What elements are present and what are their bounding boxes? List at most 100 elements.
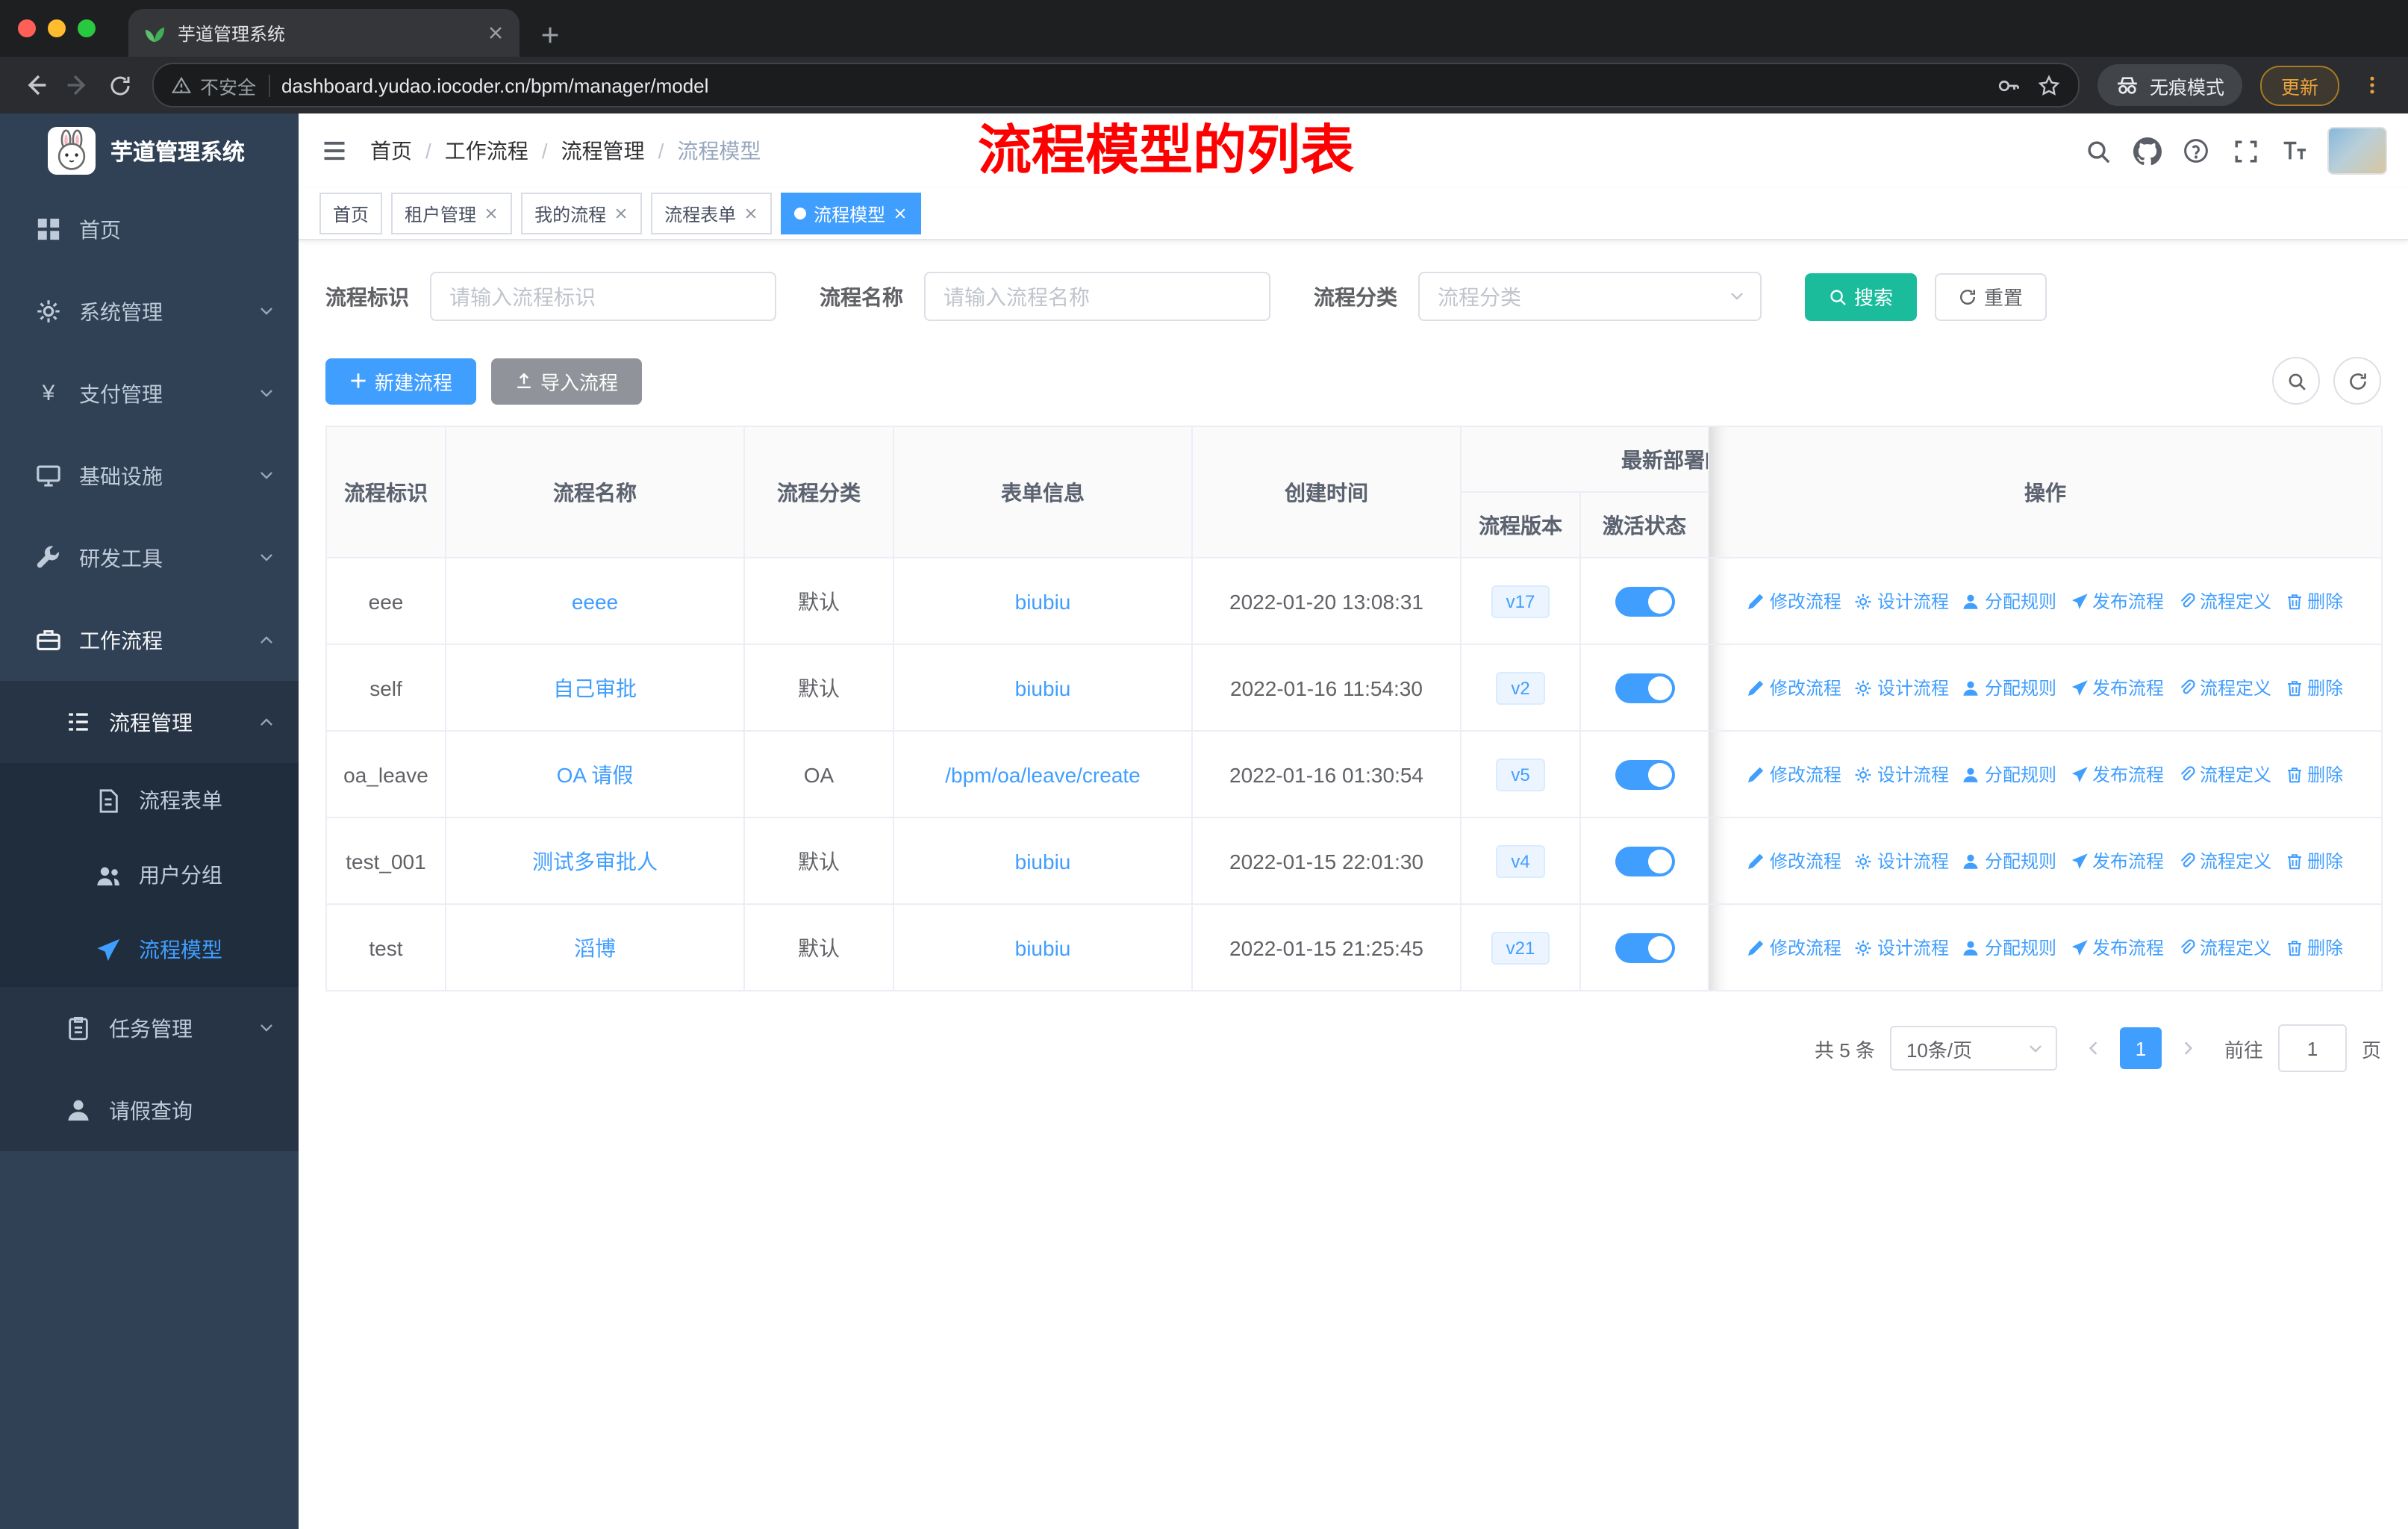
forward-icon[interactable] [57,64,99,106]
design-process-link[interactable]: 设计流程 [1855,762,1949,787]
tag-my-process[interactable]: 我的流程 [521,193,643,234]
refresh-table-button[interactable] [2333,357,2381,405]
github-icon[interactable] [2130,134,2163,167]
process-name-link[interactable]: 测试多审批人 [532,849,658,873]
process-definition-link[interactable]: 流程定义 [2177,935,2271,960]
import-process-button[interactable]: 导入流程 [491,358,643,404]
reload-icon[interactable] [99,64,140,106]
sidebar-item-infra[interactable]: 基础设施 [0,435,299,517]
publish-process-link[interactable]: 发布流程 [2070,588,2164,614]
publish-process-link[interactable]: 发布流程 [2070,675,2164,700]
window-zoom-button[interactable] [78,19,96,37]
active-toggle[interactable] [1615,586,1674,616]
address-bar[interactable]: 不安全 dashboard.yudao.iocoder.cn/bpm/manag… [152,63,2080,108]
form-link[interactable]: biubiu [1015,849,1071,873]
sidebar-item-process-mgmt[interactable]: 流程管理 [0,681,299,763]
process-key-input[interactable] [430,272,776,321]
browser-tab[interactable]: 芋道管理系统 [128,9,520,57]
security-chip[interactable]: 不安全 [172,71,256,99]
assign-rule-link[interactable]: 分配规则 [1962,588,2056,614]
search-icon[interactable] [2081,134,2114,167]
avatar[interactable] [2327,127,2387,175]
form-link[interactable]: biubiu [1015,935,1071,959]
close-icon[interactable] [743,206,758,221]
font-size-icon[interactable] [2278,134,2311,167]
breadcrumb-workflow[interactable]: 工作流程 [445,136,528,166]
process-definition-link[interactable]: 流程定义 [2177,675,2271,700]
page-size-select[interactable]: 10条/页 [1889,1026,2057,1071]
sidebar-item-task-mgmt[interactable]: 任务管理 [0,987,299,1069]
fullscreen-icon[interactable] [2229,134,2262,167]
assign-rule-link[interactable]: 分配规则 [1962,935,2056,960]
sidebar-item-process-model[interactable]: 流程模型 [0,912,299,987]
breadcrumb-process-mgmt[interactable]: 流程管理 [561,136,645,166]
delete-link[interactable]: 删除 [2285,588,2343,614]
assign-rule-link[interactable]: 分配规则 [1962,762,2056,787]
tab-close-icon[interactable] [487,24,505,42]
publish-process-link[interactable]: 发布流程 [2070,762,2164,787]
delete-link[interactable]: 删除 [2285,675,2343,700]
design-process-link[interactable]: 设计流程 [1855,935,1949,960]
goto-page-input[interactable] [2277,1024,2347,1072]
process-name-link[interactable]: 自己审批 [553,676,637,700]
sidebar-item-process-form[interactable]: 流程表单 [0,763,299,838]
prev-page-button[interactable] [2072,1027,2114,1069]
active-toggle[interactable] [1615,932,1674,962]
create-process-button[interactable]: 新建流程 [325,358,477,404]
category-select[interactable]: 流程分类 [1418,272,1762,321]
tag-tenant[interactable]: 租户管理 [391,193,513,234]
back-icon[interactable] [15,64,57,106]
current-page-button[interactable]: 1 [2119,1027,2162,1069]
modify-process-link[interactable]: 修改流程 [1747,848,1841,874]
publish-process-link[interactable]: 发布流程 [2070,935,2164,960]
process-definition-link[interactable]: 流程定义 [2177,588,2271,614]
sidebar-item-devtools[interactable]: 研发工具 [0,517,299,599]
assign-rule-link[interactable]: 分配规则 [1962,848,2056,874]
sidebar-item-payment[interactable]: ¥ 支付管理 [0,352,299,435]
search-button[interactable]: 搜索 [1805,273,1918,320]
reset-button[interactable]: 重置 [1935,273,2047,320]
close-icon[interactable] [893,206,908,221]
design-process-link[interactable]: 设计流程 [1855,848,1949,874]
toggle-search-button[interactable] [2272,357,2320,405]
form-link[interactable]: biubiu [1015,589,1071,613]
modify-process-link[interactable]: 修改流程 [1747,762,1841,787]
tag-process-form[interactable]: 流程表单 [651,193,773,234]
delete-link[interactable]: 删除 [2285,762,2343,787]
process-name-input[interactable] [924,272,1270,321]
incognito-badge[interactable]: 无痕模式 [2097,64,2242,106]
sidebar-item-user-group[interactable]: 用户分组 [0,838,299,912]
design-process-link[interactable]: 设计流程 [1855,588,1949,614]
modify-process-link[interactable]: 修改流程 [1747,935,1841,960]
modify-process-link[interactable]: 修改流程 [1747,588,1841,614]
design-process-link[interactable]: 设计流程 [1855,675,1949,700]
process-name-link[interactable]: OA 请假 [557,762,634,786]
sidebar-item-home[interactable]: 首页 [0,188,299,270]
sidebar-toggle-icon[interactable] [299,137,370,164]
close-icon[interactable] [614,206,628,221]
breadcrumb-home[interactable]: 首页 [370,136,412,166]
process-definition-link[interactable]: 流程定义 [2177,848,2271,874]
publish-process-link[interactable]: 发布流程 [2070,848,2164,874]
active-toggle[interactable] [1615,846,1674,876]
next-page-button[interactable] [2168,1027,2209,1069]
process-name-link[interactable]: eeee [572,589,618,613]
password-key-icon[interactable] [1997,74,2020,96]
sidebar-item-leave-query[interactable]: 请假查询 [0,1069,299,1151]
new-tab-button[interactable] [540,25,560,45]
form-link[interactable]: /bpm/oa/leave/create [945,762,1141,786]
delete-link[interactable]: 删除 [2285,935,2343,960]
window-close-button[interactable] [18,19,36,37]
sidebar-item-system[interactable]: 系统管理 [0,270,299,352]
sidebar-item-workflow[interactable]: 工作流程 [0,599,299,681]
process-definition-link[interactable]: 流程定义 [2177,762,2271,787]
active-toggle[interactable] [1615,673,1674,703]
browser-menu-icon[interactable] [2351,64,2393,106]
tag-home[interactable]: 首页 [319,193,383,234]
delete-link[interactable]: 删除 [2285,848,2343,874]
assign-rule-link[interactable]: 分配规则 [1962,675,2056,700]
process-name-link[interactable]: 滔博 [574,935,616,959]
update-button[interactable]: 更新 [2259,65,2339,105]
bookmark-star-icon[interactable] [2038,74,2060,96]
form-link[interactable]: biubiu [1015,676,1071,700]
